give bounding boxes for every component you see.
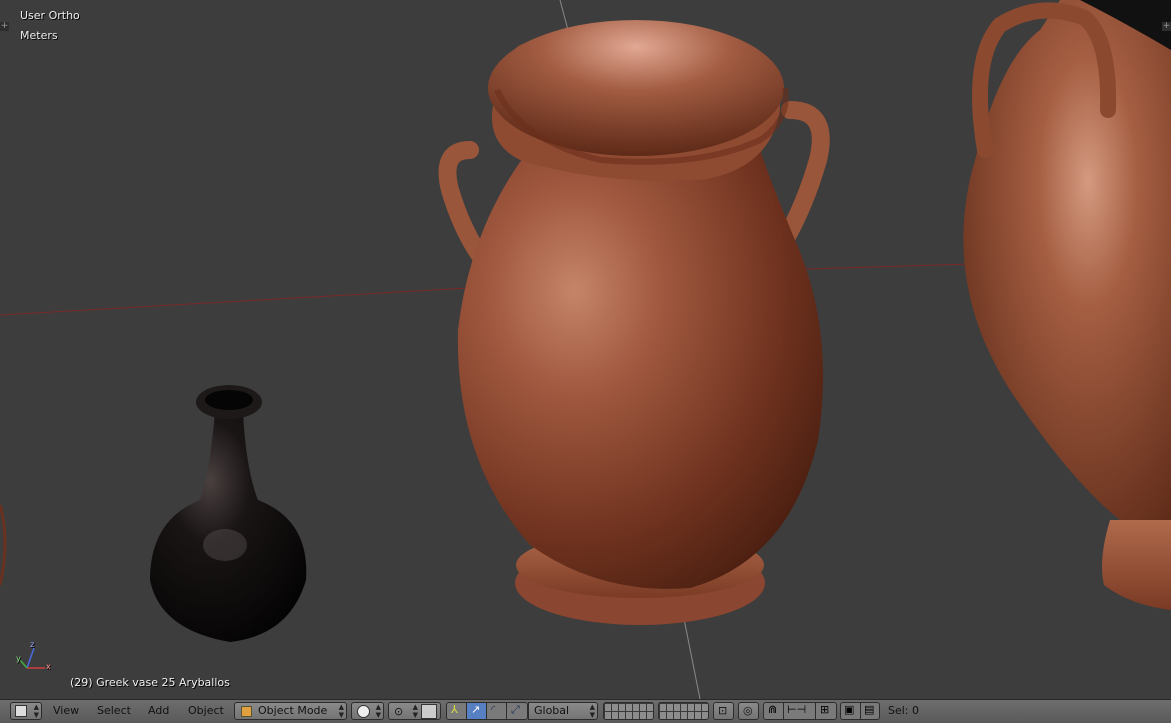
scale-button[interactable]: ⤢ <box>507 703 527 719</box>
render-button[interactable]: ▣ <box>841 703 861 719</box>
object-menu[interactable]: Object <box>188 702 224 720</box>
axis-manipulator-icon: ⅄ <box>451 703 458 716</box>
render-icon: ▣ <box>844 703 855 716</box>
proportional-edit-icon: ◎ <box>743 704 753 717</box>
z-axis-line <box>559 0 569 31</box>
scene-render <box>0 0 1171 699</box>
proportional-edit-button[interactable]: ◎ <box>738 702 759 720</box>
right-vase <box>963 0 1171 610</box>
editor-type-button[interactable]: ▲ ▼ <box>10 702 42 720</box>
lock-icon: ⊡ <box>718 704 728 717</box>
view-name-label: User Ortho <box>20 9 80 22</box>
select-menu[interactable]: Select <box>97 702 131 720</box>
render-animation-button[interactable]: ▤ <box>861 703 879 719</box>
orientation-selector[interactable]: Global ▲ ▼ <box>528 702 598 720</box>
rotate-icon: ◜ <box>491 703 496 716</box>
snap-element-selector[interactable]: ⊢⊣ <box>784 703 816 719</box>
x-axis-label: x <box>46 662 51 671</box>
orientation-label: Global <box>534 704 570 717</box>
rotate-button[interactable]: ◜ <box>487 703 507 719</box>
units-label: Meters <box>20 29 58 42</box>
pivot-point-button[interactable]: ⊙ ▲ ▼ <box>388 702 441 720</box>
central-vase <box>438 20 830 625</box>
snap-target-icon: ⊞ <box>820 703 830 716</box>
mode-selector[interactable]: Object Mode ▲ ▼ <box>234 702 347 720</box>
view-menu[interactable]: View <box>53 702 79 720</box>
toolshelf-toggle[interactable]: + <box>0 22 9 31</box>
pivot-icon: ⊙ <box>394 705 404 718</box>
snap-toggle[interactable]: ⋒ <box>764 703 784 719</box>
manipulator-icon <box>421 704 437 719</box>
transform-manipulators: ⅄ ↗ ◜ ⤢ <box>446 702 528 720</box>
axis-gizmo <box>19 647 45 669</box>
add-menu[interactable]: Add <box>148 702 169 720</box>
object-mode-icon <box>241 706 252 717</box>
scene-layers-group-1[interactable] <box>603 702 654 720</box>
lock-layers-button[interactable]: ⊡ <box>713 702 734 720</box>
selection-count: Sel: 0 <box>888 704 920 717</box>
properties-toggle[interactable]: + <box>1162 22 1171 31</box>
viewport-shading-icon <box>357 705 370 718</box>
render-anim-icon: ▤ <box>864 703 875 716</box>
viewport-shading-button[interactable]: ▲ ▼ <box>351 702 384 720</box>
translate-button[interactable]: ↗ <box>467 703 487 719</box>
manipulator-toggle[interactable]: ⅄ <box>447 703 467 719</box>
viewport-header: ▲ ▼ View Select Add Object Object Mode ▲ ▼… <box>0 699 1171 723</box>
object-info-label: (29) Greek vase 25 Aryballos <box>70 676 230 689</box>
scene-layers-group-2[interactable] <box>658 702 709 720</box>
y-axis-label: y <box>16 654 21 663</box>
scale-icon: ⤢ <box>511 703 520 716</box>
mode-label: Object Mode <box>258 704 328 717</box>
translate-icon: ↗ <box>471 703 481 716</box>
black-vase <box>150 385 307 642</box>
snap-magnet-icon: ⋒ <box>768 703 778 716</box>
snap-target-button[interactable]: ⊞ <box>816 703 836 719</box>
render-group: ▣ ▤ <box>840 702 880 720</box>
snap-element-icon: ⊢⊣ <box>787 703 807 716</box>
3d-viewport[interactable]: + + User Ortho Meters (29) Greek vase 25… <box>0 0 1171 699</box>
editor-type-icon <box>15 705 27 717</box>
z-axis-label: z <box>30 640 35 649</box>
snapping-group: ⋒ ⊢⊣ ⊞ <box>763 702 837 720</box>
x-axis-line <box>0 284 521 316</box>
